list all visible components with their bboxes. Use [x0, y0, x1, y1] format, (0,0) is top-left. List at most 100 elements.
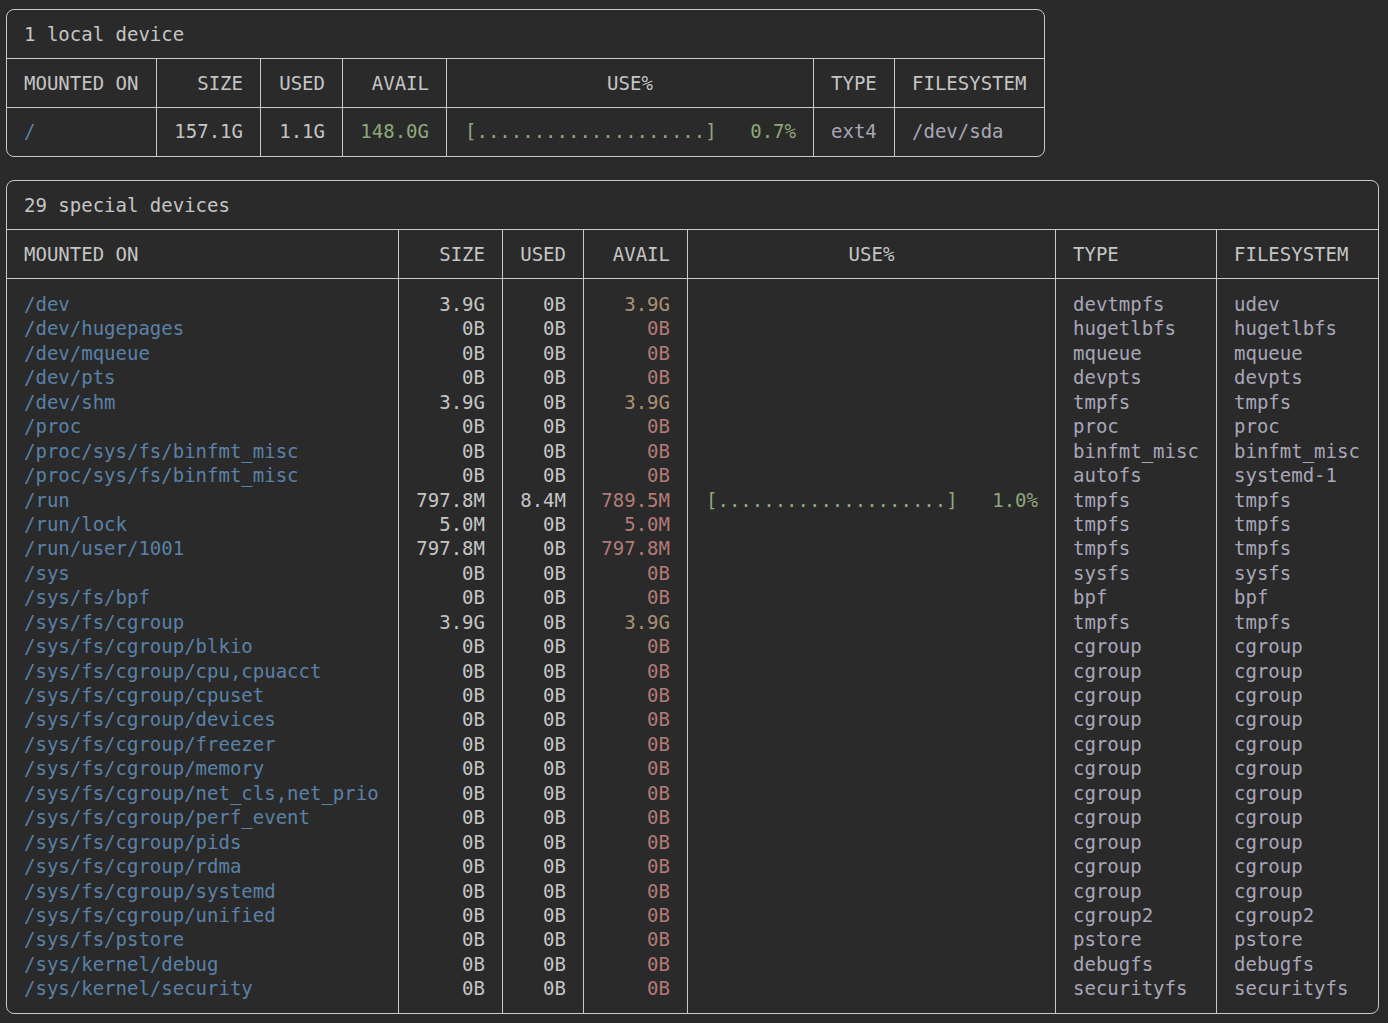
mount-point: /sys/fs/cgroup/blkio	[24, 634, 398, 658]
use-pct-cell	[688, 781, 1055, 805]
mount-point: /sys/fs/cgroup/rdma	[24, 854, 398, 878]
used-value: 0B	[503, 634, 566, 658]
avail-value: 0B	[584, 854, 670, 878]
size-value: 3.9G	[399, 610, 485, 634]
use-pct-cell	[688, 830, 1055, 854]
local-devices-title: 1 local device	[7, 10, 1044, 59]
filesystem-device: bpf	[1234, 585, 1378, 609]
used-value: 0B	[503, 341, 566, 365]
used-value: 0B	[503, 879, 566, 903]
fs-type: proc	[1073, 414, 1216, 438]
fs-type: cgroup2	[1073, 903, 1216, 927]
avail-value: 0B	[584, 707, 670, 731]
mount-point: /proc/sys/fs/binfmt_misc	[24, 439, 398, 463]
mount-point: /	[24, 108, 156, 155]
use-pct-cell	[688, 341, 1055, 365]
mount-point: /sys/fs/cgroup/pids	[24, 830, 398, 854]
header-use-pct: USE%	[688, 230, 1056, 278]
mount-point: /proc	[24, 414, 398, 438]
mount-point: /proc/sys/fs/binfmt_misc	[24, 463, 398, 487]
fs-type: cgroup	[1073, 732, 1216, 756]
use-pct-cell	[688, 659, 1055, 683]
avail-value: 3.9G	[584, 292, 670, 316]
header-mounted-on: MOUNTED ON	[7, 230, 399, 278]
fs-type: mqueue	[1073, 341, 1216, 365]
mount-point: /sys/fs/cgroup/unified	[24, 903, 398, 927]
avail-value: 0B	[584, 830, 670, 854]
use-pct-cell	[688, 365, 1055, 389]
use-pct-cell	[688, 683, 1055, 707]
size-value: 0B	[399, 830, 485, 854]
size-value: 797.8M	[399, 488, 485, 512]
used-value: 0B	[503, 976, 566, 1000]
used-value: 1.1G	[261, 108, 325, 155]
filesystem-device: cgroup	[1234, 683, 1378, 707]
used-value: 0B	[503, 659, 566, 683]
use-pct-cell	[688, 316, 1055, 340]
used-value: 0B	[503, 365, 566, 389]
used-value: 0B	[503, 927, 566, 951]
size-value: 0B	[399, 414, 485, 438]
use-pct-cell	[688, 805, 1055, 829]
avail-value: 148.0G	[343, 108, 429, 155]
fs-type: cgroup	[1073, 707, 1216, 731]
size-value: 0B	[399, 707, 485, 731]
filesystem-device: mqueue	[1234, 341, 1378, 365]
header-used: USED	[261, 59, 343, 107]
avail-value: 0B	[584, 879, 670, 903]
used-value: 0B	[503, 512, 566, 536]
avail-value: 0B	[584, 927, 670, 951]
avail-value: 0B	[584, 634, 670, 658]
fs-type: securityfs	[1073, 976, 1216, 1000]
fs-type: cgroup	[1073, 756, 1216, 780]
mount-point: /sys/kernel/debug	[24, 952, 398, 976]
size-value: 5.0M	[399, 512, 485, 536]
use-pct-cell	[688, 854, 1055, 878]
use-pct-cell	[688, 927, 1055, 951]
used-value: 8.4M	[503, 488, 566, 512]
mount-point: /dev/mqueue	[24, 341, 398, 365]
fs-type: bpf	[1073, 585, 1216, 609]
filesystem-device: hugetlbfs	[1234, 316, 1378, 340]
size-value: 0B	[399, 561, 485, 585]
fs-type: cgroup	[1073, 634, 1216, 658]
fs-type: tmpfs	[1073, 390, 1216, 414]
avail-value: 0B	[584, 414, 670, 438]
use-pct-cell	[688, 903, 1055, 927]
header-mounted-on: MOUNTED ON	[7, 59, 157, 107]
avail-value: 0B	[584, 683, 670, 707]
used-value: 0B	[503, 732, 566, 756]
filesystem-device: cgroup	[1234, 830, 1378, 854]
fs-type: debugfs	[1073, 952, 1216, 976]
fs-type: devpts	[1073, 365, 1216, 389]
avail-value: 0B	[584, 316, 670, 340]
use-pct-cell	[688, 756, 1055, 780]
size-value: 3.9G	[399, 292, 485, 316]
mount-point: /sys/fs/cgroup/cpu,cpuacct	[24, 659, 398, 683]
mount-point: /run	[24, 488, 398, 512]
fs-type: cgroup	[1073, 805, 1216, 829]
use-pct-cell	[688, 439, 1055, 463]
filesystem-device: cgroup	[1234, 854, 1378, 878]
fs-type: hugetlbfs	[1073, 316, 1216, 340]
mount-point: /run/lock	[24, 512, 398, 536]
used-value: 0B	[503, 756, 566, 780]
avail-value: 0B	[584, 463, 670, 487]
avail-value: 5.0M	[584, 512, 670, 536]
filesystem-device: tmpfs	[1234, 610, 1378, 634]
filesystem-device: cgroup	[1234, 756, 1378, 780]
used-value: 0B	[503, 414, 566, 438]
fs-type: cgroup	[1073, 879, 1216, 903]
fs-type: autofs	[1073, 463, 1216, 487]
filesystem-device: tmpfs	[1234, 536, 1378, 560]
mount-point: /sys/fs/pstore	[24, 927, 398, 951]
use-pct-cell	[688, 732, 1055, 756]
avail-value: 0B	[584, 341, 670, 365]
fs-type: cgroup	[1073, 781, 1216, 805]
use-pct-cell	[688, 561, 1055, 585]
mount-point: /run/user/1001	[24, 536, 398, 560]
filesystem-device: cgroup	[1234, 732, 1378, 756]
use-pct-cell	[688, 585, 1055, 609]
avail-value: 797.8M	[584, 536, 670, 560]
avail-value: 789.5M	[584, 488, 670, 512]
